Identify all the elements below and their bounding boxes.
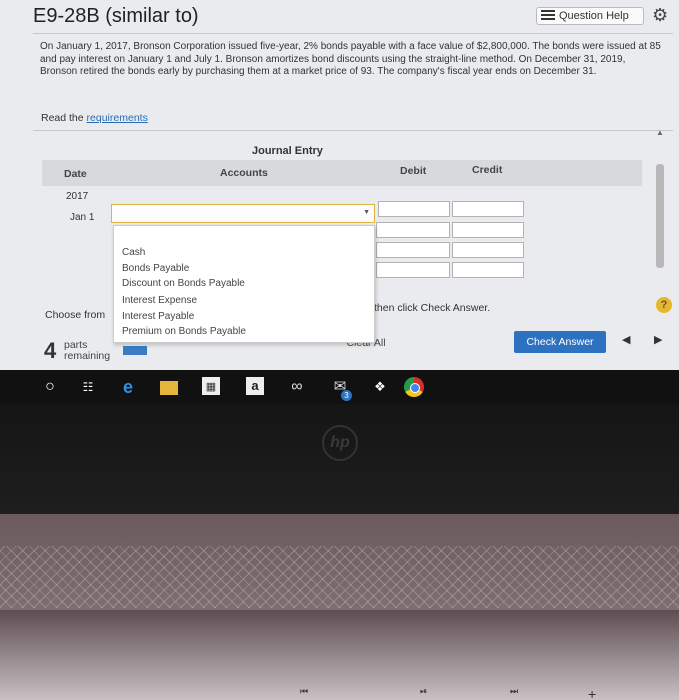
date-column-header: Date <box>64 168 87 180</box>
requirements-link[interactable]: requirements <box>87 112 148 124</box>
debit-input[interactable] <box>376 242 450 258</box>
media-icon: ⏭ <box>510 686 519 696</box>
browser-screen: E9-28B (similar to) Question Help ⚙ On J… <box>0 0 679 370</box>
list-icon <box>541 10 555 20</box>
credit-input[interactable] <box>452 262 524 278</box>
debit-input[interactable] <box>378 201 450 217</box>
media-icon: ⏮ <box>300 686 309 696</box>
journal-header-row: Date Accounts Debit Credit <box>42 160 642 186</box>
credit-input[interactable] <box>452 242 524 258</box>
plus-icon: + <box>588 686 597 700</box>
taskbar: ○ ☷ e ▦ a ∞ ✉ 3 ❖ <box>0 370 679 404</box>
dropdown-option[interactable]: Cash <box>122 247 145 258</box>
account-select[interactable]: ▼ <box>111 204 375 223</box>
accounts-column-header: Accounts <box>220 167 268 179</box>
progress-bar <box>123 346 147 355</box>
page-title: E9-28B (similar to) <box>33 5 199 27</box>
previous-icon[interactable]: ◀ <box>622 333 630 346</box>
link-icon[interactable]: ∞ <box>287 377 307 397</box>
account-dropdown-menu: Cash Bonds Payable Discount on Bonds Pay… <box>113 225 375 343</box>
debit-input[interactable] <box>376 262 450 278</box>
credit-input[interactable] <box>452 201 524 217</box>
task-view-icon[interactable]: ☷ <box>78 377 98 397</box>
journal-year: 2017 <box>66 191 89 202</box>
mail-badge: 3 <box>341 390 352 401</box>
dropdown-option[interactable]: Premium on Bonds Payable <box>122 326 246 337</box>
hp-logo: hp <box>322 425 358 461</box>
start-icon[interactable]: ○ <box>40 377 60 397</box>
credit-input[interactable] <box>452 222 524 238</box>
dropbox-icon[interactable]: ❖ <box>370 377 390 397</box>
file-explorer-icon[interactable] <box>160 381 178 395</box>
help-icon[interactable]: ? <box>656 297 672 313</box>
chrome-icon[interactable] <box>404 377 424 397</box>
check-answer-button[interactable]: Check Answer <box>514 331 606 353</box>
store-icon[interactable]: ▦ <box>202 377 220 395</box>
debit-column-header: Debit <box>400 165 427 177</box>
dropdown-option[interactable]: Discount on Bonds Payable <box>122 278 245 289</box>
speaker-grille-pattern <box>0 546 679 608</box>
chevron-down-icon[interactable]: ▼ <box>363 209 370 216</box>
remaining-label: remaining <box>64 350 111 362</box>
dropdown-option[interactable]: Bonds Payable <box>122 263 189 274</box>
then-click-text: then click Check Answer. <box>374 302 491 314</box>
scroll-thumb[interactable] <box>656 164 664 268</box>
next-icon[interactable]: ▶ <box>654 333 662 346</box>
dropdown-option[interactable]: Interest Expense <box>122 295 197 306</box>
credit-column-header: Credit <box>472 164 503 176</box>
question-help-label: Question Help <box>559 10 629 22</box>
journal-date: Jan 1 <box>70 212 95 223</box>
divider <box>33 33 673 34</box>
scroll-up-icon[interactable]: ▲ <box>656 128 664 137</box>
read-prefix: Read the <box>41 112 84 124</box>
dropdown-option[interactable]: Interest Payable <box>122 311 194 322</box>
edge-icon[interactable]: e <box>118 377 138 397</box>
debit-input[interactable] <box>376 222 450 238</box>
read-requirements: Read the requirements <box>41 112 148 124</box>
question-help-button[interactable]: Question Help <box>536 7 644 25</box>
divider <box>33 130 673 131</box>
media-icon: ⏯ <box>420 686 428 696</box>
gear-icon[interactable]: ⚙ <box>652 5 668 26</box>
parts-count: 4 <box>44 338 57 363</box>
journal-entry-title: Journal Entry <box>252 145 323 157</box>
scrollbar[interactable]: ▲ <box>654 128 668 276</box>
keyboard-top-row: ⏮ ⏯ ⏭ + <box>0 610 679 700</box>
amazon-icon[interactable]: a <box>246 377 264 395</box>
problem-text: On January 1, 2017, Bronson Corporation … <box>40 41 661 77</box>
choose-from-text: Choose from <box>45 309 106 321</box>
